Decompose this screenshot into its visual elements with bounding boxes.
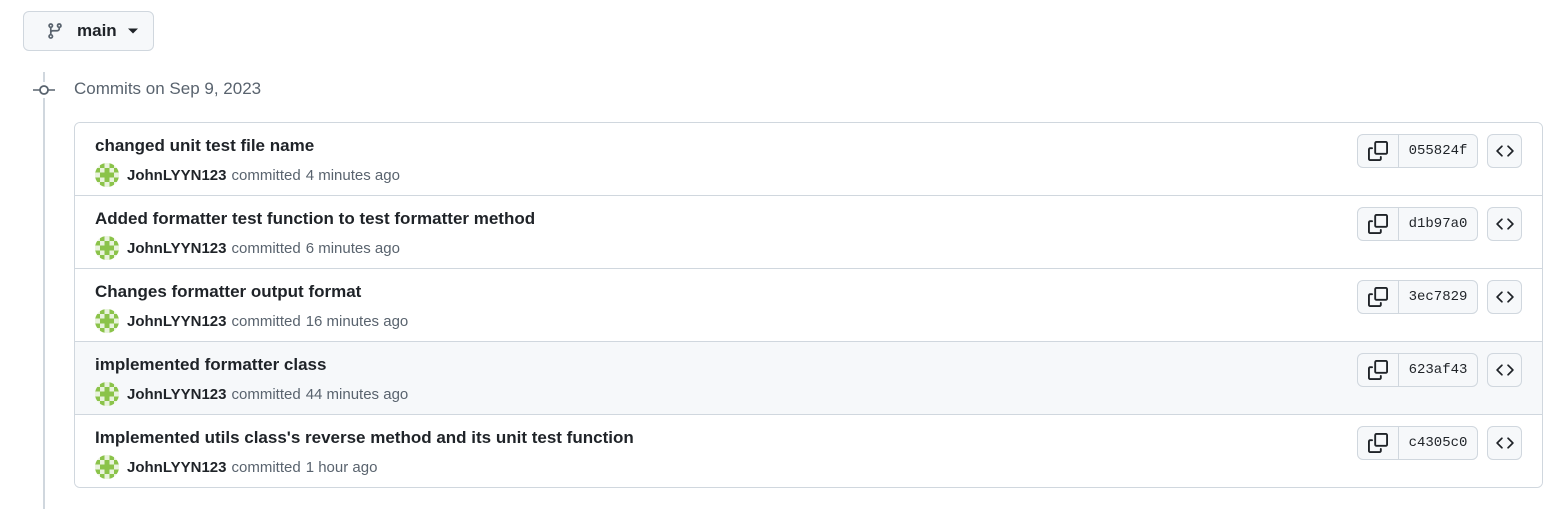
- commit-sha-link[interactable]: 3ec7829: [1399, 281, 1477, 313]
- browse-repo-button[interactable]: [1487, 353, 1522, 387]
- browse-repo-button[interactable]: [1487, 280, 1522, 314]
- avatar[interactable]: [95, 382, 119, 406]
- commit-sha-link[interactable]: 055824f: [1399, 135, 1477, 167]
- code-icon: [1495, 364, 1514, 376]
- browse-repo-button[interactable]: [1487, 207, 1522, 241]
- author-link[interactable]: JohnLYYN123: [127, 240, 227, 257]
- sha-button-group: 3ec7829: [1357, 280, 1478, 314]
- commit-message-link[interactable]: Changes formatter output format: [95, 282, 361, 302]
- commit-actions: 623af43: [1357, 353, 1522, 387]
- commit-row: implemented formatter class JohnLYYN123 …: [75, 342, 1542, 415]
- copy-icon: [1368, 214, 1388, 234]
- code-icon: [1495, 437, 1514, 449]
- avatar[interactable]: [95, 163, 119, 187]
- commit-message-link[interactable]: Added formatter test function to test fo…: [95, 209, 535, 229]
- commit-actions: d1b97a0: [1357, 207, 1522, 241]
- avatar[interactable]: [95, 236, 119, 260]
- avatar[interactable]: [95, 309, 119, 333]
- git-commit-icon: [33, 82, 55, 98]
- commit-row: Implemented utils class's reverse method…: [75, 415, 1542, 487]
- code-icon: [1495, 145, 1514, 157]
- commit-group-title: Commits on Sep 9, 2023: [74, 79, 262, 98]
- commit-row: Added formatter test function to test fo…: [75, 196, 1542, 269]
- timeline-line: [43, 72, 45, 509]
- relative-time: 16 minutes ago: [305, 312, 409, 330]
- commit-meta: JohnLYYN123 committed 1 hour ago: [95, 455, 377, 479]
- commit-sha-link[interactable]: c4305c0: [1399, 427, 1477, 459]
- commit-message-link[interactable]: Implemented utils class's reverse method…: [95, 428, 634, 448]
- copy-sha-button[interactable]: [1358, 281, 1399, 313]
- caret-down-icon: [127, 27, 139, 35]
- copy-icon: [1368, 287, 1388, 307]
- relative-time: 6 minutes ago: [305, 239, 400, 257]
- copy-sha-button[interactable]: [1358, 135, 1399, 167]
- commit-row: Changes formatter output format JohnLYYN…: [75, 269, 1542, 342]
- relative-time: 4 minutes ago: [305, 166, 400, 184]
- commit-meta: JohnLYYN123 committed 4 minutes ago: [95, 163, 400, 187]
- author-link[interactable]: JohnLYYN123: [127, 167, 227, 184]
- committed-label: committed: [231, 239, 301, 257]
- copy-sha-button[interactable]: [1358, 427, 1399, 459]
- avatar[interactable]: [95, 455, 119, 479]
- committed-label: committed: [231, 166, 301, 184]
- branch-selector-button[interactable]: main: [23, 11, 154, 51]
- author-link[interactable]: JohnLYYN123: [127, 313, 227, 330]
- commit-meta: JohnLYYN123 committed 44 minutes ago: [95, 382, 408, 406]
- copy-icon: [1368, 360, 1388, 380]
- commit-sha-link[interactable]: d1b97a0: [1399, 208, 1477, 240]
- sha-button-group: d1b97a0: [1357, 207, 1478, 241]
- sha-button-group: 623af43: [1357, 353, 1478, 387]
- commit-message-link[interactable]: implemented formatter class: [95, 355, 326, 375]
- author-link[interactable]: JohnLYYN123: [127, 386, 227, 403]
- sha-button-group: c4305c0: [1357, 426, 1478, 460]
- relative-time: 44 minutes ago: [305, 385, 409, 403]
- commit-sha-link[interactable]: 623af43: [1399, 354, 1477, 386]
- commit-meta: JohnLYYN123 committed 16 minutes ago: [95, 309, 408, 333]
- git-branch-icon: [46, 22, 64, 40]
- copy-sha-button[interactable]: [1358, 354, 1399, 386]
- sha-button-group: 055824f: [1357, 134, 1478, 168]
- relative-time: 1 hour ago: [305, 458, 378, 476]
- code-icon: [1495, 218, 1514, 230]
- commit-actions: 055824f: [1357, 134, 1522, 168]
- branch-name: main: [77, 21, 117, 40]
- browse-repo-button[interactable]: [1487, 426, 1522, 460]
- commit-actions: 3ec7829: [1357, 280, 1522, 314]
- committed-label: committed: [231, 458, 301, 476]
- commit-list: changed unit test file name JohnLYYN123 …: [74, 122, 1543, 488]
- commit-meta: JohnLYYN123 committed 6 minutes ago: [95, 236, 400, 260]
- copy-icon: [1368, 141, 1388, 161]
- commit-message-link[interactable]: changed unit test file name: [95, 136, 314, 156]
- committed-label: committed: [231, 312, 301, 330]
- commit-row: changed unit test file name JohnLYYN123 …: [75, 123, 1542, 196]
- copy-sha-button[interactable]: [1358, 208, 1399, 240]
- author-link[interactable]: JohnLYYN123: [127, 459, 227, 476]
- code-icon: [1495, 291, 1514, 303]
- committed-label: committed: [231, 385, 301, 403]
- copy-icon: [1368, 433, 1388, 453]
- browse-repo-button[interactable]: [1487, 134, 1522, 168]
- commit-actions: c4305c0: [1357, 426, 1522, 460]
